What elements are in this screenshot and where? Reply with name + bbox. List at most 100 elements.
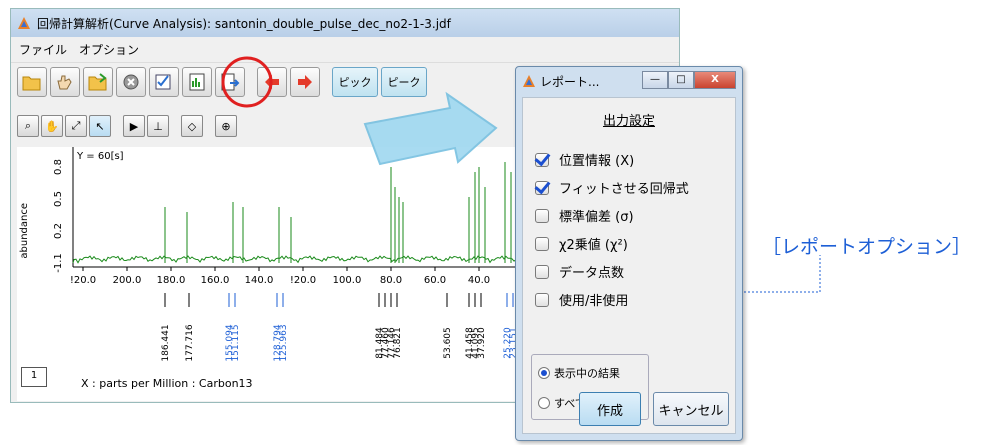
hand-icon — [57, 75, 72, 90]
option-use-unuse[interactable]: 使用/非使用 — [535, 290, 628, 309]
x-tick-label: 200.0 — [113, 275, 142, 286]
diamond-icon: ◇ — [187, 119, 197, 133]
option-fit-formula[interactable]: フィットさせる回帰式 — [535, 178, 689, 197]
radio-dot-all[interactable] — [538, 397, 550, 409]
pointer-icon: ▶ — [129, 119, 139, 133]
report-options-dialog: レポート... — □ X 出力設定 位置情報 (X) フィットさせる回帰式 標… — [515, 66, 743, 441]
option-data-points[interactable]: データ点数 — [535, 262, 624, 281]
close-button[interactable]: X — [694, 71, 736, 89]
spectrum-baseline — [72, 255, 523, 264]
x-tick-label: !20.0 — [290, 275, 316, 286]
y-tick-label: 0.5 — [53, 191, 64, 207]
checkbox-data-points[interactable] — [535, 264, 549, 279]
peak-button[interactable]: ピーク — [381, 67, 427, 97]
y-tick-label: 0.2 — [53, 223, 64, 239]
menu-options[interactable]: オプション — [79, 41, 139, 58]
view-toolbar: ⌕ ✋ ⤢ ↖ ▶ ⊥ ◇ ⊕ — [17, 115, 237, 139]
peak-label: 37.920 — [477, 327, 487, 359]
checklist-icon — [155, 74, 171, 90]
diamond-button[interactable]: ◇ — [181, 115, 203, 137]
report-export-button[interactable] — [215, 67, 245, 97]
x-tick-label: 140.0 — [245, 275, 274, 286]
baseline-icon: ⊥ — [153, 119, 163, 133]
open-folder-button[interactable] — [17, 67, 47, 97]
option-position[interactable]: 位置情報 (X) — [535, 150, 634, 169]
crosshair-icon: ⊕ — [221, 119, 231, 133]
peak-label: 177.716 — [185, 324, 195, 361]
checkbox-use-unuse[interactable] — [535, 292, 549, 307]
create-button[interactable]: 作成 — [579, 392, 641, 426]
arrow-right-icon — [298, 75, 312, 89]
window-title: 回帰計算解析(Curve Analysis): santonin_double_… — [37, 16, 451, 31]
option-label: 使用/非使用 — [559, 294, 629, 309]
report-button[interactable] — [182, 67, 212, 97]
radio-dot-displayed[interactable] — [538, 367, 550, 379]
cursor-icon: ↖ — [95, 119, 105, 133]
dialog-title: レポート... — [540, 74, 600, 89]
menu-file[interactable]: ファイル — [19, 41, 67, 58]
peak-label: 186.441 — [161, 324, 171, 361]
x-tick-label: !20.0 — [70, 275, 96, 286]
option-label: フィットさせる回帰式 — [559, 182, 689, 197]
stop-button[interactable] — [116, 67, 146, 97]
y-tick-label: 0.8 — [53, 159, 64, 175]
app-icon — [18, 17, 30, 29]
x-tick-label: 60.0 — [424, 275, 446, 286]
open-folder-icon — [88, 73, 107, 91]
checkbox-std-dev[interactable] — [535, 208, 549, 223]
fit-icon: ⤢ — [71, 119, 81, 132]
baseline-button[interactable]: ⊥ — [147, 115, 169, 137]
pan-button[interactable]: ✋ — [41, 115, 63, 137]
peak-label-blue: 151.115 — [231, 324, 241, 361]
dialog-body: 出力設定 位置情報 (X) フィットさせる回帰式 標準偏差 (σ) χ2乗値 (… — [522, 97, 736, 434]
radio-label: 表示中の結果 — [554, 367, 620, 380]
hand-icon: ✋ — [45, 119, 59, 133]
peak-pick-button[interactable]: ピック — [332, 67, 378, 97]
open-file-button[interactable] — [83, 67, 113, 97]
page-number-badge[interactable]: 1 — [21, 367, 47, 387]
report-icon — [189, 73, 205, 91]
x-tick-label: 180.0 — [157, 275, 186, 286]
peak-label-blue: 125.963 — [279, 324, 289, 361]
report-option-callout: ［レポートオプション］ — [762, 236, 972, 258]
checkbox-position[interactable] — [535, 152, 549, 167]
x-tick-label: 80.0 — [380, 275, 402, 286]
folder-icon — [22, 76, 41, 91]
stop-icon — [123, 74, 139, 90]
x-tick-label: 100.0 — [333, 275, 362, 286]
peak-label: 76.821 — [393, 327, 403, 359]
previous-button[interactable] — [257, 67, 287, 97]
title-bar: 回帰計算解析(Curve Analysis): santonin_double_… — [11, 9, 679, 37]
zoom-button[interactable]: ⌕ — [17, 115, 39, 137]
y-tick-label: -1.1 — [53, 253, 64, 273]
next-button[interactable] — [290, 67, 320, 97]
maximize-button[interactable]: □ — [668, 71, 694, 89]
option-label: 標準偏差 (σ) — [559, 210, 634, 225]
crosshair-button[interactable]: ⊕ — [215, 115, 237, 137]
x-tick-label: 40.0 — [468, 275, 490, 286]
fit-button[interactable]: ⤢ — [65, 115, 87, 137]
main-toolbar: ピック ピーク — [17, 67, 427, 101]
hand-tool-button[interactable] — [50, 67, 80, 97]
option-chi-square[interactable]: χ2乗値 (χ²) — [535, 234, 628, 253]
report-export-icon — [221, 73, 240, 91]
x-tick-label: 160.0 — [201, 275, 230, 286]
zoom-icon: ⌕ — [24, 119, 32, 132]
option-std-dev[interactable]: 標準偏差 (σ) — [535, 206, 634, 225]
pointer-button[interactable]: ▶ — [123, 115, 145, 137]
check-button[interactable] — [149, 67, 179, 97]
app-icon — [523, 75, 535, 87]
minimize-button[interactable]: — — [642, 71, 668, 89]
window-controls: — □ X — [642, 71, 736, 89]
arrow-left-icon — [265, 75, 279, 89]
checkbox-fit-formula[interactable] — [535, 180, 549, 195]
radio-displayed-results[interactable]: 表示中の結果 — [538, 365, 620, 381]
select-button[interactable]: ↖ — [89, 115, 111, 137]
checkbox-chi-square[interactable] — [535, 236, 549, 251]
cancel-button[interactable]: キャンセル — [653, 392, 729, 426]
x-axis-caption: X : parts per Million : Carbon13 — [81, 377, 253, 390]
menu-bar: ファイル オプション — [11, 37, 679, 63]
option-label: 位置情報 (X) — [559, 154, 635, 169]
option-label: データ点数 — [559, 266, 625, 281]
output-settings-title: 出力設定 — [602, 114, 655, 129]
